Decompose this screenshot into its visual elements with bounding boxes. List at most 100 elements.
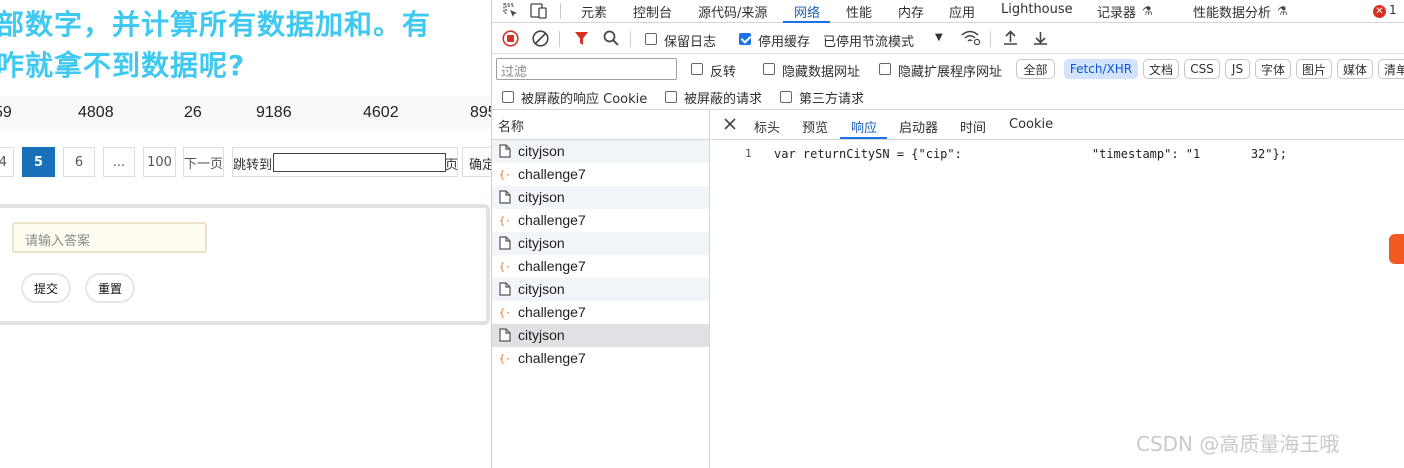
screen: 部数字，并计算所有数据加和。有 咋就拿不到数据呢? 59 4808 26 918… (0, 0, 1404, 468)
jump-to-page: 跳转到 页 (232, 147, 458, 177)
request-row[interactable]: {·} challenge7 (492, 209, 709, 232)
active-detail-tab-indicator (840, 137, 887, 139)
invert-checkbox[interactable] (691, 63, 703, 75)
network-conditions-icon[interactable] (961, 30, 981, 50)
tab-initiator[interactable]: 启动器 (899, 117, 938, 136)
request-row[interactable]: {·} challenge7 (492, 255, 709, 278)
tab-cookies[interactable]: Cookie (1009, 117, 1053, 132)
error-count[interactable]: 1 (1389, 3, 1397, 17)
next-page-button[interactable]: 下一页 (183, 147, 224, 177)
side-badge-icon[interactable] (1389, 234, 1404, 264)
page-button-current[interactable]: 5 (22, 147, 55, 177)
third-party-checkbox[interactable] (780, 91, 792, 103)
tab-preview[interactable]: 预览 (802, 117, 828, 136)
hide-data-urls-checkbox[interactable] (763, 63, 775, 75)
disable-cache-label: 停用缓存 (758, 35, 811, 50)
tab-headers[interactable]: 标头 (754, 117, 780, 136)
request-row[interactable]: {·} challenge7 (492, 163, 709, 186)
record-stop-icon[interactable] (502, 30, 519, 51)
export-har-icon[interactable] (1033, 30, 1048, 50)
filter-chip-doc[interactable]: 文档 (1143, 59, 1179, 79)
blocked-requests-checkbox[interactable] (665, 91, 677, 103)
devtools-tab-bar: 元素 控制台 源代码/来源 网络 性能 内存 应用 Lighthouse 记录器… (492, 0, 1404, 23)
filter-chip-font[interactable]: 字体 (1255, 59, 1291, 79)
tab-memory[interactable]: 内存 (898, 2, 924, 21)
request-name: cityjson (518, 189, 565, 205)
document-icon (499, 190, 511, 204)
tab-timing[interactable]: 时间 (960, 117, 986, 136)
tab-elements[interactable]: 元素 (581, 2, 607, 21)
device-toolbar-icon[interactable] (530, 3, 548, 23)
document-icon (499, 328, 511, 342)
answer-input[interactable]: 请输入答案 (12, 222, 207, 253)
hide-extension-urls-label: 隐藏扩展程序网址 (898, 65, 1003, 80)
filter-chip-fetch-xhr[interactable]: Fetch/XHR (1064, 59, 1138, 79)
filter-input[interactable]: 过滤 (496, 58, 677, 80)
search-icon[interactable] (603, 30, 619, 50)
throttling-select[interactable]: 已停用节流模式 (823, 31, 914, 50)
request-name: cityjson (518, 235, 565, 251)
filter-chip-media[interactable]: 媒体 (1337, 59, 1373, 79)
tab-performance[interactable]: 性能 (846, 2, 872, 21)
page-button-last[interactable]: 100 (143, 147, 176, 177)
page-button-next-number[interactable]: 6 (63, 147, 95, 177)
numbers-row: 59 4808 26 9186 4602 895 (0, 96, 491, 129)
reset-button[interactable]: 重置 (85, 273, 135, 303)
page-button-prev-number[interactable]: 4 (0, 147, 14, 177)
filter-chip-css[interactable]: CSS (1184, 59, 1220, 79)
preserve-log-checkbox[interactable] (645, 33, 657, 45)
clear-icon[interactable] (532, 30, 549, 51)
svg-text:{·}: {·} (499, 308, 512, 319)
request-name: challenge7 (518, 304, 586, 320)
inspect-element-icon[interactable] (503, 3, 519, 23)
disable-cache-checkbox[interactable] (739, 33, 751, 45)
tab-response[interactable]: 响应 (851, 117, 877, 136)
response-viewer[interactable]: 1 var returnCitySN = {"cip": "timestamp"… (711, 141, 1404, 468)
tab-network[interactable]: 网络 (794, 2, 820, 21)
request-row[interactable]: {·} challenge7 (492, 347, 709, 370)
filter-chip-all[interactable]: 全部 (1016, 59, 1055, 79)
request-row[interactable]: cityjson (492, 186, 709, 209)
pagination: 4 5 6 ... 100 下一页 跳转到 页 确定 (0, 147, 491, 177)
import-har-icon[interactable] (1003, 30, 1018, 50)
hide-extension-urls-checkbox[interactable] (879, 63, 891, 75)
close-icon[interactable] (723, 117, 737, 135)
error-icon[interactable]: ✕ (1373, 5, 1386, 18)
filter-icon[interactable] (574, 31, 589, 50)
request-row[interactable]: cityjson (492, 324, 709, 347)
name-column-header[interactable]: 名称 (498, 116, 524, 135)
xhr-icon: {·} (499, 213, 517, 227)
tab-lighthouse[interactable]: Lighthouse (1001, 2, 1073, 17)
jump-page-input[interactable] (273, 153, 446, 172)
chevron-down-icon[interactable]: ▼ (935, 32, 943, 43)
page-heading-line-1: 部数字，并计算所有数据加和。有 (0, 8, 432, 41)
jump-confirm-button[interactable]: 确定 (462, 147, 491, 177)
separator (560, 3, 561, 19)
blocked-cookies-checkbox[interactable] (502, 91, 514, 103)
tab-console[interactable]: 控制台 (633, 2, 672, 21)
flask-icon: ⚗ (1142, 4, 1153, 18)
request-row[interactable]: cityjson (492, 140, 709, 163)
filter-chip-js[interactable]: JS (1225, 59, 1250, 79)
svg-text:{·}: {·} (499, 354, 512, 365)
request-list: cityjson {·} challenge7 cityjson {·} challeng… (492, 140, 710, 468)
svg-text:{·}: {·} (499, 262, 512, 273)
page-ellipsis: ... (103, 147, 135, 177)
tab-application[interactable]: 应用 (949, 2, 975, 21)
request-list-header[interactable]: 名称 (492, 110, 710, 140)
hide-data-urls-label: 隐藏数据网址 (782, 65, 861, 80)
request-row[interactable]: cityjson (492, 278, 709, 301)
filter-chip-manifest[interactable]: 清单 (1378, 59, 1404, 79)
invert-label: 反转 (710, 65, 737, 80)
tab-sources[interactable]: 源代码/来源 (698, 2, 767, 21)
request-row[interactable]: cityjson (492, 232, 709, 255)
filter-chip-img[interactable]: 图片 (1296, 59, 1332, 79)
request-name: cityjson (518, 327, 565, 343)
code-line[interactable]: var returnCitySN = {"cip": "timestamp": … (774, 147, 1287, 161)
request-row[interactable]: {·} challenge7 (492, 301, 709, 324)
tab-performance-insights[interactable]: 性能数据分析 (1193, 2, 1271, 21)
flask-icon: ⚗ (1277, 4, 1288, 18)
tab-recorder[interactable]: 记录器 (1097, 2, 1136, 21)
separator (990, 31, 991, 47)
submit-button[interactable]: 提交 (21, 273, 71, 303)
